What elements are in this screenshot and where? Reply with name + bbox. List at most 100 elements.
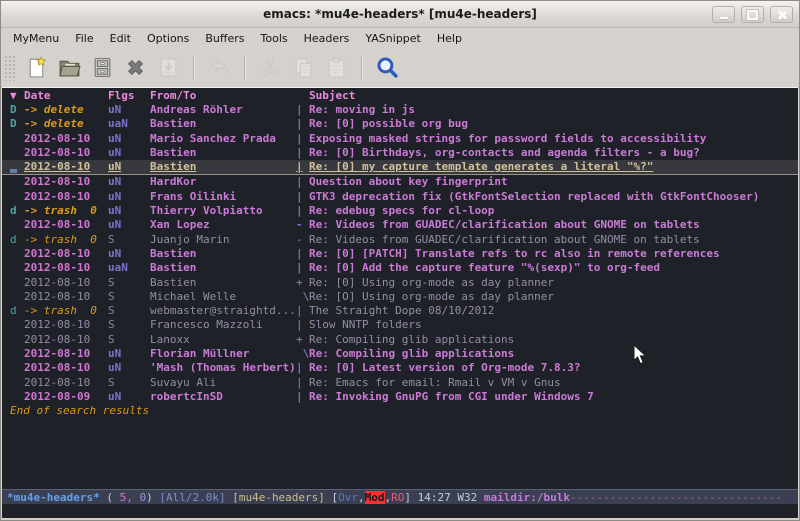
maximize-button[interactable]	[741, 6, 764, 23]
flags-cell: uN	[108, 204, 150, 218]
message-row[interactable]: 2012-08-10SMichael Welle \Re: [O] Using …	[2, 290, 798, 304]
thread-mark	[10, 376, 24, 390]
thread-mark	[10, 361, 24, 375]
message-row[interactable]: 2012-08-10uN'Mash (Thomas Herbert)|Re: […	[2, 361, 798, 375]
maximize-icon	[747, 10, 758, 20]
message-row[interactable]: D-> deleteuaNBastien|Re: [0] possible or…	[2, 117, 798, 131]
from-cell: Lanoxx	[150, 333, 296, 347]
menu-item-buffers[interactable]: Buffers	[197, 30, 252, 47]
flags-cell: uN	[108, 218, 150, 232]
flags-cell: S	[108, 333, 150, 347]
menu-item-mymenu[interactable]: MyMenu	[5, 30, 67, 47]
search-icon	[375, 55, 400, 80]
flags-cell: S	[108, 304, 150, 318]
message-row[interactable]: 2012-08-10uNBastien|Re: [0] [PATCH] Tran…	[2, 247, 798, 261]
message-row[interactable]: 2012-08-10uaNBastien|Re: [0] Add the cap…	[2, 261, 798, 275]
toolbar-open-folder-button[interactable]	[54, 53, 85, 83]
menu-item-help[interactable]: Help	[429, 30, 470, 47]
message-row[interactable]: 2012-08-10SBastien+Re: [0] Using org-mod…	[2, 276, 798, 290]
flags-cell: uN	[108, 190, 150, 204]
message-row[interactable]: d-> trash 0SJuanjo Marin-Re: Videos from…	[2, 233, 798, 247]
minimize-button[interactable]	[712, 6, 735, 23]
message-row[interactable]: 2012-08-09uNrobertcInSD|Re: Invoking Gnu…	[2, 390, 798, 404]
modeline-segment-default: ,	[358, 491, 365, 504]
from-cell: robertcInSD	[150, 390, 296, 404]
from-cell: Xan Lopez	[150, 218, 296, 232]
date-cell: 2012-08-10	[24, 376, 108, 390]
message-row[interactable]: d-> trash 0uNThierry Volpiatto|Re: edebu…	[2, 204, 798, 218]
message-row[interactable]: 2012-08-10SFrancesco Mazzoli|Slow NNTP f…	[2, 318, 798, 332]
date-cell: 2012-08-10	[24, 132, 108, 146]
subject-cell: Re: [0] Latest version of Org-mode 7.8.3…	[309, 361, 798, 375]
thread-prefix: |	[296, 247, 309, 261]
menu-item-yasnippet[interactable]: YASnippet	[357, 30, 428, 47]
date-cell: -> delete	[24, 117, 108, 131]
subject-cell: The Straight Dope 08/10/2012	[309, 304, 798, 318]
toolbar-new-file-button[interactable]	[21, 53, 52, 83]
thread-mark	[10, 218, 24, 232]
modeline-segment-dashes: --------------------------------	[570, 491, 782, 504]
modeline-segment-maildir: maildir:/bulk	[484, 491, 570, 504]
menu-item-tools[interactable]: Tools	[253, 30, 296, 47]
title-bar: emacs: *mu4e-headers* [mu4e-headers]	[1, 1, 799, 28]
thread-prefix: \	[296, 290, 309, 304]
thread-mark	[10, 261, 24, 275]
column-header-date[interactable]: Date	[24, 88, 108, 103]
close-icon	[777, 10, 787, 20]
message-row[interactable]: 2012-08-10uNXan Lopez-Re: Videos from GU…	[2, 218, 798, 232]
menu-item-headers[interactable]: Headers	[296, 30, 358, 47]
toolbar-save-button[interactable]	[87, 53, 118, 83]
flags-cell: S	[108, 276, 150, 290]
message-row[interactable]: 2012-08-10SSuvayu Ali|Re: Emacs for emai…	[2, 376, 798, 390]
date-cell: 2012-08-10	[24, 218, 108, 232]
thread-prefix: |	[296, 190, 309, 204]
close-button[interactable]	[770, 6, 793, 23]
message-row[interactable]: 2012-08-10SLanoxx+Re: Compiling glib app…	[2, 333, 798, 347]
subject-cell: Re: Compiling glib applications	[309, 333, 798, 347]
new-file-icon	[24, 55, 49, 80]
date-cell: 2012-08-10	[24, 247, 108, 261]
date-cell: 2012-08-09	[24, 390, 108, 404]
message-row[interactable]: 2012-08-10uNMario Sanchez Prada|Exposing…	[2, 132, 798, 146]
thread-mark	[10, 190, 24, 204]
subject-cell: GTK3 deprecation fix (GtkFontSelection r…	[309, 190, 798, 204]
thread-mark	[10, 146, 24, 160]
message-row[interactable]: 2012-08-10uNBastien|Re: [0] Birthdays, o…	[2, 146, 798, 160]
column-header-subject[interactable]: Subject	[309, 88, 798, 103]
message-row[interactable]: 2012-08-10uNFrans Oilinki|GTK3 deprecati…	[2, 190, 798, 204]
menu-item-edit[interactable]: Edit	[102, 30, 139, 47]
header-line: ▼DateFlgsFrom/ToSubject	[2, 88, 798, 103]
message-row[interactable]: 2012-08-10uNFlorian Müllner \Re: Compili…	[2, 347, 798, 361]
thread-mark: d	[10, 204, 24, 218]
column-header-flags[interactable]: Flgs	[108, 88, 150, 103]
toolbar-paste-button	[321, 53, 352, 83]
modeline-segment-minor-ovr: Ovr	[338, 491, 358, 504]
subject-cell: Slow NNTP folders	[309, 318, 798, 332]
column-header-from[interactable]: From/To	[150, 88, 296, 103]
date-cell: 2012-08-10	[24, 347, 108, 361]
thread-mark	[10, 318, 24, 332]
toolbar-drag-handle[interactable]	[4, 55, 16, 81]
flags-cell: S	[108, 376, 150, 390]
message-row[interactable]: 2012-08-10uNBastien|Re: [0] my capture t…	[2, 160, 798, 175]
subject-cell: Re: [O] Using org-mode as day planner	[309, 290, 798, 304]
thread-prefix: |	[296, 376, 309, 390]
menu-item-file[interactable]: File	[67, 30, 101, 47]
toolbar-search-button[interactable]	[372, 53, 403, 83]
thread-prefix: |	[296, 132, 309, 146]
from-cell: Bastien	[150, 160, 296, 174]
message-row[interactable]: 2012-08-10uNHardKor|Question about key f…	[2, 175, 798, 189]
message-row[interactable]: D-> deleteuNAndreas Röhler|Re: moving in…	[2, 103, 798, 117]
flags-cell: uN	[108, 132, 150, 146]
flags-cell: uaN	[108, 261, 150, 275]
thread-mark	[10, 390, 24, 404]
menu-item-options[interactable]: Options	[139, 30, 197, 47]
save-icon	[90, 55, 115, 80]
from-cell: Frans Oilinki	[150, 190, 296, 204]
message-row[interactable]: d-> trash 0Swebmaster@straightd...|The S…	[2, 304, 798, 318]
toolbar-close-button[interactable]	[120, 53, 151, 83]
flags-cell: S	[108, 290, 150, 304]
modeline-segment-readonly: RO	[391, 491, 404, 504]
window-title: emacs: *mu4e-headers* [mu4e-headers]	[263, 7, 537, 21]
thread-mark: D	[10, 103, 24, 117]
